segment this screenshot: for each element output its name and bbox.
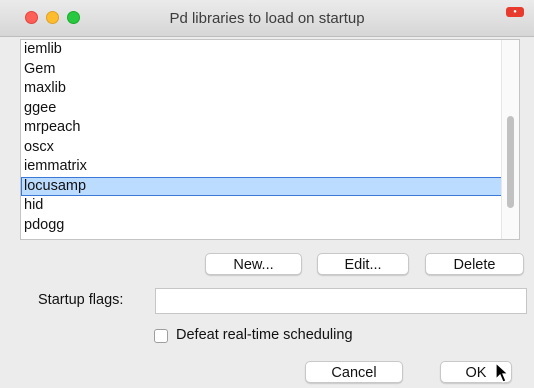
library-item[interactable]: locusamp [21, 176, 502, 196]
startup-flags-field[interactable] [155, 288, 527, 314]
edit-button[interactable]: Edit... [317, 253, 409, 275]
window-title: Pd libraries to load on startup [169, 10, 365, 27]
library-item[interactable]: pdogg [21, 216, 502, 236]
library-list-items: iemlib Gem maxlib ggee mrpeach oscx iemmatrix l… [21, 40, 502, 235]
recording-indicator-icon: ● [506, 7, 524, 17]
delete-button[interactable]: Delete [425, 253, 524, 275]
new-button[interactable]: New... [205, 253, 302, 275]
library-item[interactable]: maxlib [21, 79, 502, 99]
vertical-scrollbar[interactable] [501, 40, 519, 239]
defeat-realtime-label: Defeat real-time scheduling [176, 327, 353, 343]
dialog-window: Pd libraries to load on startup ● iemlib… [0, 0, 534, 388]
library-item[interactable]: hid [21, 196, 502, 216]
library-item[interactable]: mrpeach [21, 118, 502, 138]
library-item[interactable]: iemmatrix [21, 157, 502, 177]
startup-flags-label: Startup flags: [38, 292, 124, 308]
mouse-pointer-icon [495, 362, 509, 383]
title-bar[interactable]: Pd libraries to load on startup ● [0, 0, 534, 37]
cancel-button[interactable]: Cancel [305, 361, 403, 383]
library-item[interactable]: ggee [21, 99, 502, 119]
library-list[interactable]: iemlib Gem maxlib ggee mrpeach oscx iemmatrix l… [20, 39, 520, 240]
defeat-realtime-checkbox[interactable] [154, 329, 168, 343]
library-item[interactable]: Gem [21, 60, 502, 80]
scrollbar-thumb[interactable] [507, 116, 514, 208]
library-item[interactable]: iemlib [21, 40, 502, 60]
library-item[interactable]: oscx [21, 138, 502, 158]
